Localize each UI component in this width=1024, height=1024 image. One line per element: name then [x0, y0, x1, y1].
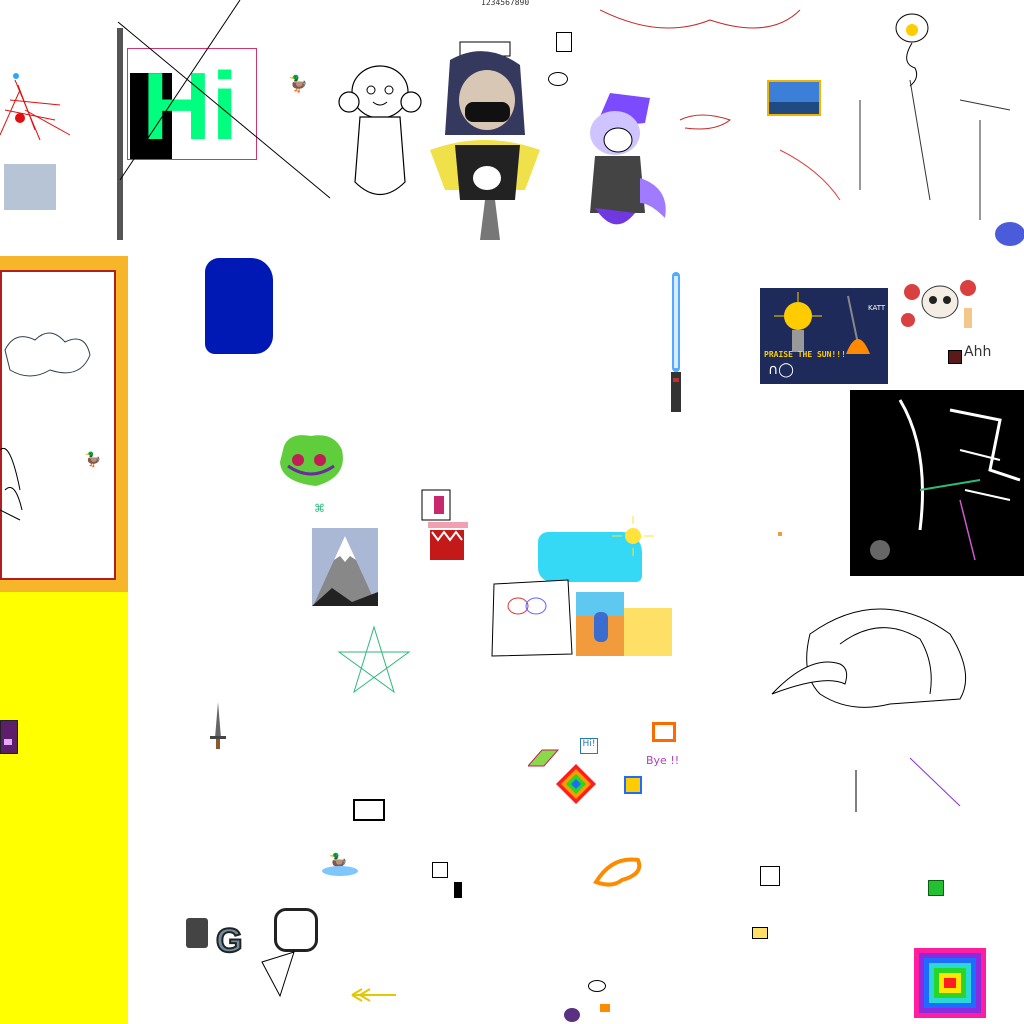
- green-grin-creature: [280, 435, 343, 486]
- background-scribbles: [600, 9, 1011, 220]
- tiny-black-mark: [454, 882, 462, 898]
- drawing-canvas[interactable]: 1234567890 Hi 🦆 🦆 ⌘ G 🦆 PRAISE THE SUN!!…: [0, 0, 1024, 1024]
- rainbow-concentric-square: [914, 948, 986, 1018]
- tiny-box-yellow: [752, 927, 768, 939]
- duck-icon: 🦆: [84, 452, 102, 468]
- praise-text: PRAISE THE SUN!!!: [764, 350, 846, 359]
- pillow-sketch: [491, 579, 573, 657]
- gray-square: [4, 164, 56, 210]
- number-strip: 1234567890: [481, 0, 530, 7]
- red-mouth-box-character: [421, 489, 468, 560]
- lower-right-lines: [855, 757, 961, 812]
- praise-the-sun-panel: PRAISE THE SUN!!! ∩◯ KATT: [760, 288, 888, 384]
- panel-scribble: ∩◯: [768, 362, 794, 378]
- katt-label: KATT: [868, 304, 886, 312]
- tiny-fish-icon: [600, 1004, 610, 1012]
- ahh-text: Ahh: [964, 344, 992, 360]
- tiny-hi-box: Hi!: [580, 738, 598, 754]
- eye-icon: [588, 980, 606, 992]
- triangle-shape: [261, 951, 295, 998]
- yellow-arrow-icon: [351, 988, 396, 1002]
- tiny-sketch-icon: [432, 862, 448, 878]
- yellow-square: [624, 608, 672, 656]
- blue-blob: [205, 258, 273, 354]
- scratch-art: [870, 399, 1021, 561]
- diagonal-lines: [117, 0, 331, 199]
- masked-character: [430, 41, 540, 240]
- yellow-panel: [0, 592, 128, 1024]
- tiny-eye-icon: [548, 72, 568, 86]
- black-scratch-panel: [850, 390, 1024, 576]
- tiny-robot-icon: [556, 32, 572, 52]
- purple-block-window: [4, 739, 12, 745]
- purple-blob-icon: [564, 1008, 580, 1022]
- painting-figure: [594, 612, 608, 642]
- duck-icon: 🦆: [288, 74, 308, 93]
- tiny-rainbow-icon: [624, 776, 642, 794]
- painting-frame: [576, 592, 624, 656]
- duck-water: [322, 866, 358, 876]
- lightsaber-icon: [671, 272, 681, 412]
- tiny-red-square: [948, 350, 962, 364]
- sword-icon: [210, 702, 226, 749]
- rainbow-square-icon: [556, 764, 596, 804]
- pentagram-icon: [337, 625, 411, 694]
- red-burst-scribble: [0, 73, 71, 141]
- skull-icon: [901, 280, 976, 328]
- shell-icon: [771, 608, 967, 708]
- letter-g-icon: G: [215, 921, 243, 961]
- badge-g-icon: [274, 908, 318, 952]
- orange-fox-scribble: [593, 857, 642, 887]
- ring-7: [944, 978, 956, 988]
- tiny-green-square: [928, 880, 944, 896]
- sun-knight-icon: [774, 292, 822, 352]
- teal-scribble: ⌘: [314, 502, 325, 515]
- mountain-icon: [312, 528, 378, 606]
- rainbow-frame-icon: [652, 722, 676, 742]
- cloud-and-horse-sketch: [0, 332, 91, 521]
- tiny-box-icon: [353, 799, 385, 821]
- blue-half-circle: [995, 222, 1024, 246]
- orange-speck: [778, 532, 782, 536]
- sun-icon: [612, 516, 654, 556]
- purple-block: [0, 720, 18, 754]
- tiny-frame-icon: [760, 866, 780, 886]
- bye-text: Bye !!: [646, 754, 680, 767]
- dark-glove-icon: [186, 918, 208, 948]
- ghost-character-sketch: [338, 65, 422, 196]
